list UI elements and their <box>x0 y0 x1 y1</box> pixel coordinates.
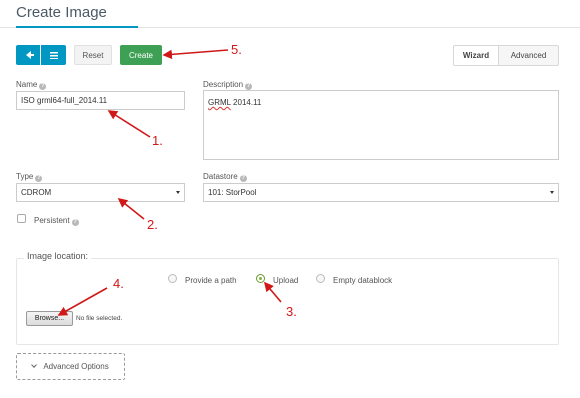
name-label: Name? <box>16 80 47 90</box>
annotation-label-1: 1. <box>152 133 163 148</box>
page-title: Create Image <box>16 4 107 21</box>
radio-label-provide-path: Provide a path <box>185 276 237 285</box>
advanced-options-toggle[interactable]: Advanced Options <box>16 353 125 380</box>
image-location-legend: Image location: <box>24 251 92 261</box>
persistent-label: Persistent? <box>34 216 79 226</box>
name-value: ISO grml64-full_2014.11 <box>21 96 108 105</box>
title-underline <box>16 26 138 28</box>
browse-button[interactable]: Browse... <box>26 311 73 326</box>
type-select[interactable]: CDROM <box>16 183 185 202</box>
advanced-options-label: Advanced Options <box>43 362 109 371</box>
description-label: Description? <box>203 80 253 90</box>
image-location-fieldset <box>16 258 559 345</box>
annotation-label-3: 3. <box>286 304 297 319</box>
arrow-5 <box>162 49 229 60</box>
wizard-tab[interactable]: Wizard <box>453 45 499 66</box>
type-label: Type? <box>16 172 43 182</box>
description-value: GRML 2014.11 <box>208 98 262 107</box>
back-button[interactable] <box>16 45 40 65</box>
list-icon <box>49 51 58 59</box>
radio-empty-datablock[interactable] <box>316 274 325 283</box>
radio-label-upload: Upload <box>273 276 299 285</box>
arrow-2 <box>117 198 145 220</box>
arrow-1 <box>107 110 151 138</box>
radio-provide-path[interactable] <box>168 274 177 283</box>
create-button[interactable]: Create <box>120 45 162 65</box>
reset-button[interactable]: Reset <box>74 45 112 65</box>
radio-upload[interactable] <box>256 274 265 283</box>
datastore-select[interactable]: 101: StorPool <box>203 183 559 202</box>
type-value: CDROM <box>21 188 52 197</box>
name-input[interactable]: ISO grml64-full_2014.11 <box>16 91 185 110</box>
advanced-tab[interactable]: Advanced <box>498 45 559 66</box>
arrow-left-icon <box>25 51 34 59</box>
description-textarea[interactable]: GRML 2014.11 <box>203 90 559 160</box>
list-view-button[interactable] <box>41 45 66 65</box>
misspelled-word: GRML <box>208 98 231 107</box>
help-icon[interactable]: ? <box>39 83 47 90</box>
persistent-checkbox[interactable] <box>17 214 26 223</box>
caret-down-icon <box>176 191 180 194</box>
help-icon[interactable]: ? <box>239 175 247 182</box>
annotation-label-4: 4. <box>113 276 124 291</box>
help-icon[interactable]: ? <box>35 175 43 182</box>
help-icon[interactable]: ? <box>71 219 79 226</box>
file-status: No file selected. <box>76 315 123 322</box>
annotation-label-5: 5. <box>231 42 242 57</box>
chevron-down-icon <box>31 362 38 368</box>
datastore-value: 101: StorPool <box>208 188 257 197</box>
annotation-label-2: 2. <box>147 217 158 232</box>
help-icon[interactable]: ? <box>245 83 253 90</box>
radio-label-empty-datablock: Empty datablock <box>333 276 393 285</box>
caret-down-icon <box>550 191 554 194</box>
datastore-label: Datastore? <box>203 172 247 182</box>
